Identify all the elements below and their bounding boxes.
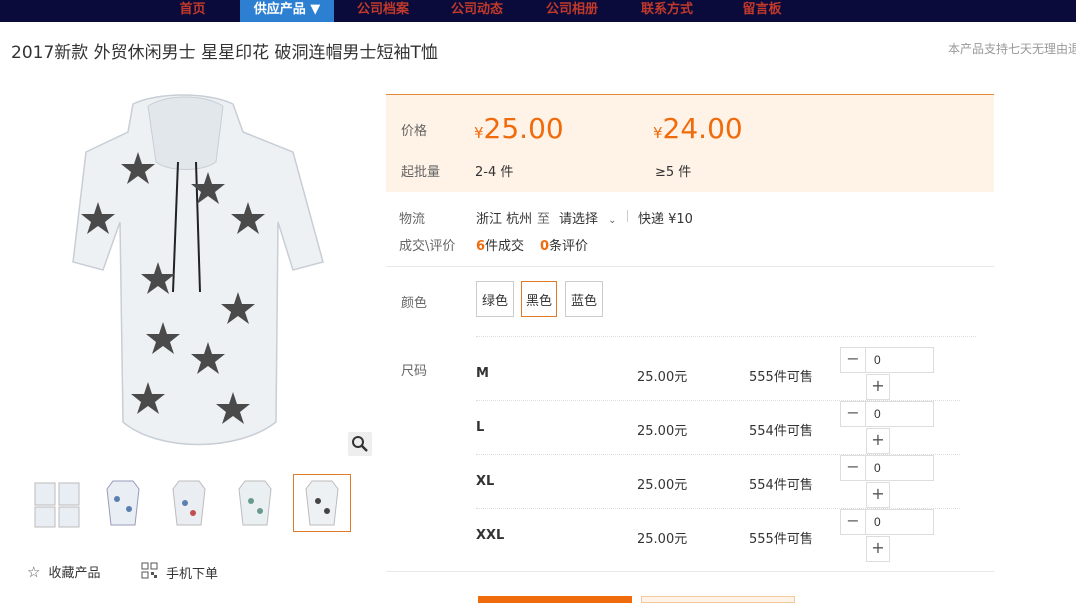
magnifier-icon xyxy=(352,436,368,452)
qrcode-icon xyxy=(141,562,158,583)
quantity-input[interactable] xyxy=(865,455,934,481)
chevron-down-icon: ⌄ xyxy=(608,215,617,226)
ship-to-word: 至 xyxy=(537,212,551,227)
moq-tier-1: 2-4 件 xyxy=(475,165,514,180)
buy-now-button[interactable] xyxy=(478,596,632,603)
currency-symbol: ¥ xyxy=(653,124,663,142)
increase-qty-button[interactable]: + xyxy=(866,482,890,508)
star-outline-icon: ☆ xyxy=(27,562,41,581)
moq-label: 起批量 xyxy=(401,165,441,180)
price-tier-1: ¥25.00 xyxy=(474,112,564,145)
nav-contact[interactable]: 联系方式 xyxy=(627,0,707,22)
add-to-cart-button[interactable] xyxy=(641,596,795,603)
color-option-green[interactable]: 绿色 xyxy=(476,281,514,317)
decrease-qty-button[interactable]: − xyxy=(840,455,866,481)
express-fee: 快递 ¥10 xyxy=(638,212,693,227)
sold-count: 6件成交 xyxy=(476,235,524,254)
size-stock: 555件可售 xyxy=(749,370,813,385)
gallery-thumb[interactable] xyxy=(160,474,218,532)
size-stock: 554件可售 xyxy=(749,478,813,493)
top-nav: 首页 供应产品 ▼ 公司档案 公司动态 公司相册 联系方式 留言板 xyxy=(0,0,1076,22)
size-name: XXL xyxy=(476,528,505,543)
size-name: XL xyxy=(476,474,495,489)
decrease-qty-button[interactable]: − xyxy=(840,347,866,373)
size-price: 25.00元 xyxy=(637,370,688,385)
gallery-thumb[interactable] xyxy=(94,474,152,532)
zoom-button[interactable] xyxy=(348,432,372,456)
color-label: 颜色 xyxy=(401,296,428,311)
nav-company-news[interactable]: 公司动态 xyxy=(437,0,517,22)
thumb-image xyxy=(305,480,339,526)
color-option-blue[interactable]: 蓝色 xyxy=(565,281,603,317)
moq-tier-2: ≥5 件 xyxy=(655,165,692,180)
product-title: 2017新款 外贸休闲男士 星星印花 破洞连帽男士短袖T恤 xyxy=(11,43,438,63)
review-text: 条评价 xyxy=(549,239,589,254)
price-amount: 24.00 xyxy=(662,112,743,145)
size-label: 尺码 xyxy=(401,364,428,379)
review-number: 0 xyxy=(540,239,550,254)
divider xyxy=(476,336,976,337)
mobile-order-button[interactable]: 手机下单 xyxy=(141,562,218,583)
sold-text: 件成交 xyxy=(485,239,525,254)
size-stock: 554件可售 xyxy=(749,424,813,439)
sold-number: 6 xyxy=(476,239,486,254)
divider xyxy=(386,266,994,267)
decrease-qty-button[interactable]: − xyxy=(840,509,866,535)
size-stock: 555件可售 xyxy=(749,532,813,547)
quantity-input[interactable] xyxy=(865,509,934,535)
logistics-label: 物流 xyxy=(399,212,426,227)
quantity-input[interactable] xyxy=(865,401,934,427)
nav-home[interactable]: 首页 xyxy=(160,0,225,22)
price-label: 价格 xyxy=(401,124,428,139)
destination-select[interactable]: 请选择 ⌄ xyxy=(559,208,617,227)
favorite-label: 收藏产品 xyxy=(48,566,101,581)
separator xyxy=(627,210,628,222)
deals-label: 成交\评价 xyxy=(399,239,456,254)
review-count[interactable]: 0条评价 xyxy=(540,235,588,254)
size-price: 25.00元 xyxy=(637,478,688,493)
size-price: 25.00元 xyxy=(637,424,688,439)
increase-qty-button[interactable]: + xyxy=(866,536,890,562)
size-name: L xyxy=(476,420,485,435)
thumb-image xyxy=(238,480,272,526)
divider xyxy=(386,571,994,572)
size-name: M xyxy=(476,366,489,381)
thumb-image xyxy=(172,480,206,526)
mobile-order-label: 手机下单 xyxy=(166,567,219,582)
increase-qty-button[interactable]: + xyxy=(866,428,890,454)
price-tier-2: ¥24.00 xyxy=(653,112,743,145)
return-policy-notice: 本产品支持七天无理由退 xyxy=(948,42,1076,56)
thumb-image xyxy=(106,480,140,526)
product-main-image[interactable] xyxy=(38,92,358,454)
size-price: 25.00元 xyxy=(637,532,688,547)
favorite-product-button[interactable]: ☆ 收藏产品 xyxy=(27,562,101,582)
decrease-qty-button[interactable]: − xyxy=(840,401,866,427)
gallery-thumb-selected[interactable] xyxy=(293,474,351,532)
price-amount: 25.00 xyxy=(483,112,564,145)
gallery-thumb[interactable] xyxy=(226,474,284,532)
increase-qty-button[interactable]: + xyxy=(866,374,890,400)
ship-from: 浙江 杭州 xyxy=(476,212,533,227)
nav-company-album[interactable]: 公司相册 xyxy=(532,0,612,22)
nav-guestbook[interactable]: 留言板 xyxy=(722,0,802,22)
nav-products[interactable]: 供应产品 ▼ xyxy=(240,0,334,22)
gallery-thumb[interactable] xyxy=(28,474,86,532)
color-option-black[interactable]: 黑色 xyxy=(521,281,557,317)
destination-select-label: 请选择 xyxy=(559,212,599,227)
quantity-input[interactable] xyxy=(865,347,934,373)
thumb-image xyxy=(34,482,80,528)
nav-company-profile[interactable]: 公司档案 xyxy=(343,0,423,22)
currency-symbol: ¥ xyxy=(474,124,484,142)
